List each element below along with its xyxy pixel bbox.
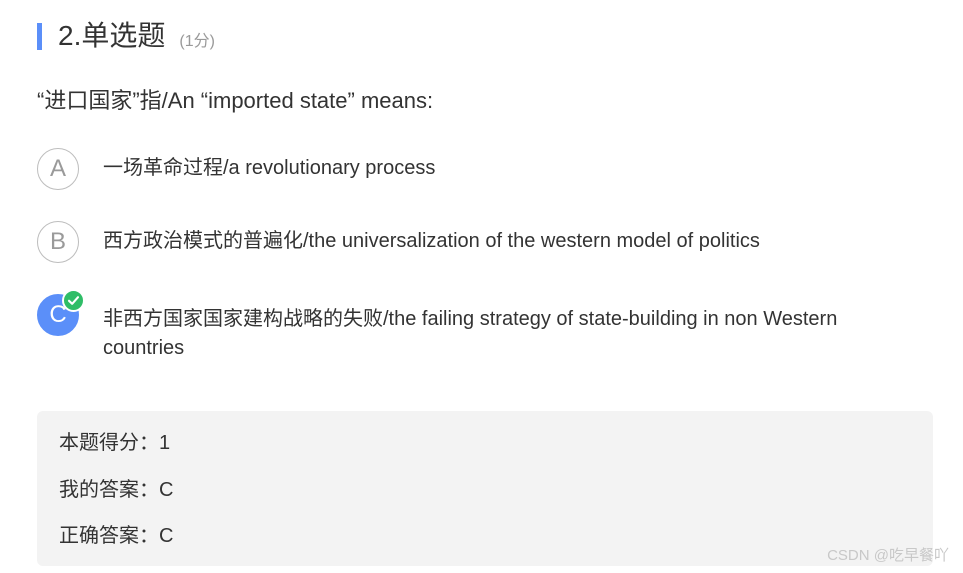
check-icon [62, 289, 85, 312]
option-a-text: 一场革命过程/a revolutionary process [103, 157, 436, 179]
header-accent-bar [37, 22, 42, 50]
question-type-title: 2.单选题 [58, 20, 166, 51]
option-b-text: 西方政治模式的普遍化/the universalization of the w… [103, 230, 760, 252]
option-c-text: 非西方国家国家建构战略的失败/the failing strategy of s… [103, 308, 838, 359]
question-text: “进口国家”指/An “imported state” means: [37, 88, 434, 113]
result-panel: 本题得分：1 我的答案：C 正确答案：C [37, 411, 933, 566]
question-points: (1分) [179, 33, 215, 50]
question-header: 2.单选题 (1分) [37, 18, 215, 54]
option-a-letter: A [49, 155, 66, 182]
my-answer-line: 我的答案：C [59, 479, 174, 501]
option-b-radio[interactable]: B [37, 221, 79, 263]
option-a[interactable]: A 一场革命过程/a revolutionary process [37, 148, 917, 190]
score-line: 本题得分：1 [59, 432, 171, 454]
option-c-radio[interactable]: C [37, 289, 85, 336]
correct-answer-line: 正确答案：C [59, 525, 174, 547]
option-b[interactable]: B 西方政治模式的普遍化/the universalization of the… [37, 221, 917, 263]
options-list: A 一场革命过程/a revolutionary process B 西方政治模… [37, 148, 917, 394]
option-a-radio[interactable]: A [37, 148, 79, 190]
option-b-letter: B [49, 228, 66, 255]
watermark-text: CSDN @吃早餐吖 [827, 547, 949, 564]
option-c[interactable]: C 非西方国家国家建构战略的失败/the failing strategy of… [37, 289, 917, 363]
